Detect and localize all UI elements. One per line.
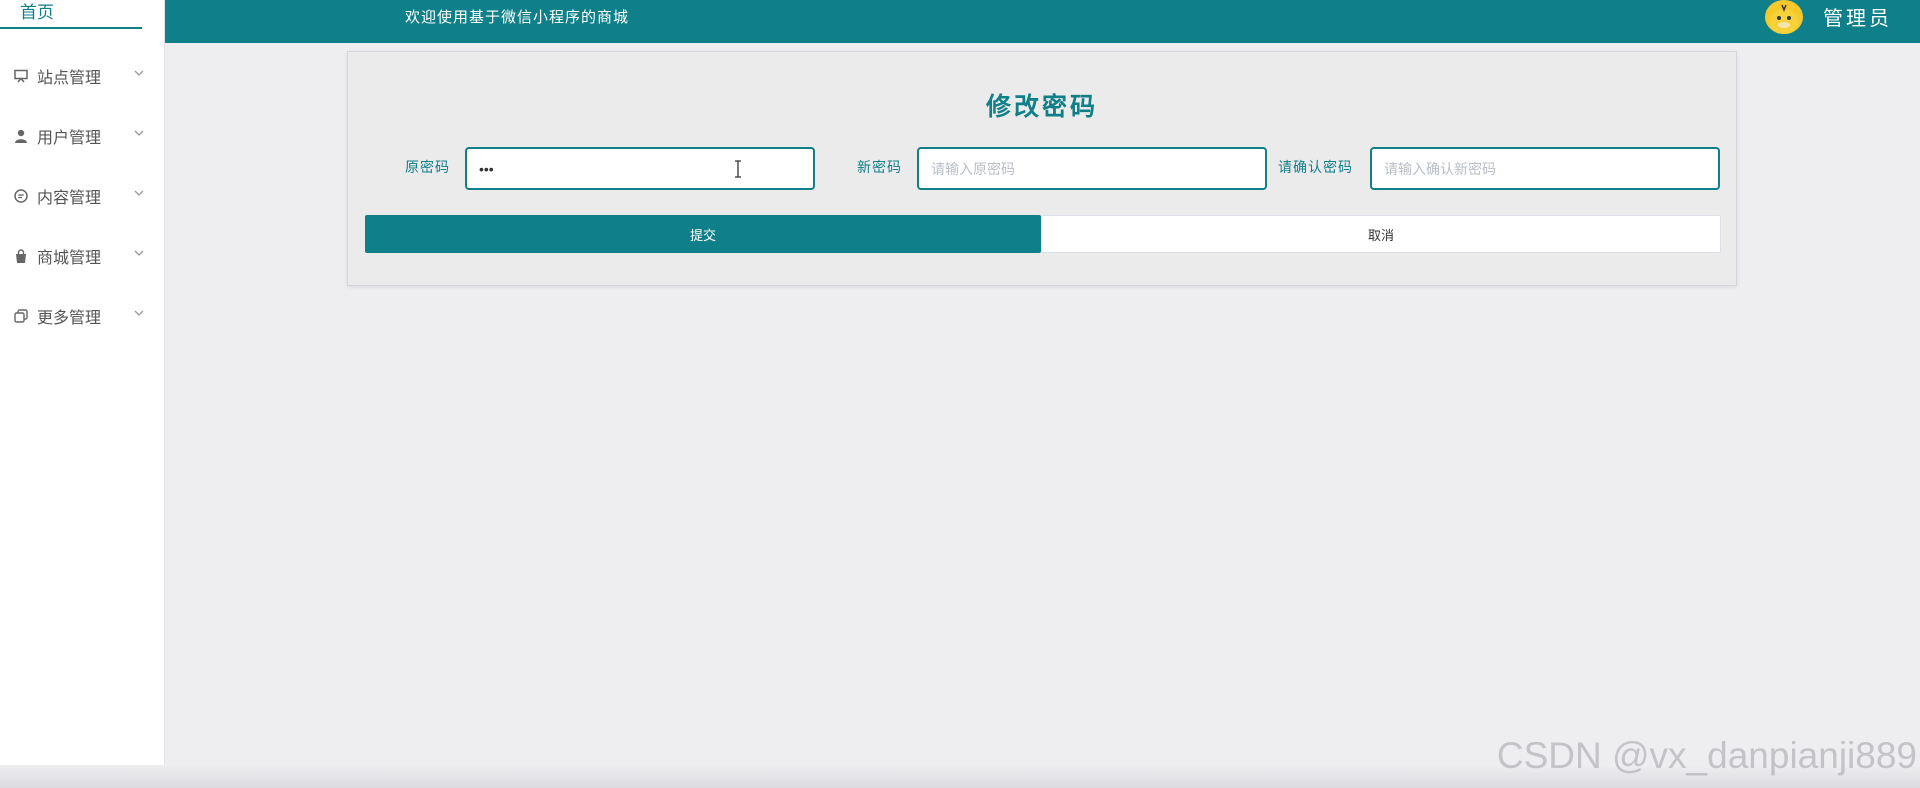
copy-icon — [13, 308, 29, 324]
new-password-input[interactable] — [917, 147, 1267, 190]
sidebar-item-users[interactable]: 用户管理 — [0, 106, 165, 166]
chevron-down-icon — [134, 250, 144, 256]
change-password-card: 修改密码 原密码 新密码 请确认密码 提交 取消 — [347, 51, 1737, 286]
top-header: 欢迎使用基于微信小程序的商城 管理员 — [165, 0, 1920, 43]
monitor-icon — [13, 68, 29, 84]
sidebar-home-link[interactable]: 首页 — [0, 0, 142, 29]
text-cursor-icon — [735, 160, 741, 178]
sidebar-item-label: 站点管理 — [37, 68, 102, 87]
sidebar-item-more[interactable]: 更多管理 — [0, 286, 165, 346]
sidebar-item-label: 用户管理 — [37, 128, 102, 147]
confirm-password-input[interactable] — [1370, 147, 1720, 190]
avatar[interactable] — [1765, 0, 1803, 34]
welcome-text: 欢迎使用基于微信小程序的商城 — [405, 8, 630, 26]
chevron-down-icon — [134, 130, 144, 136]
old-password-input[interactable] — [465, 147, 815, 190]
sidebar-menu: 站点管理 用户管理 内容管理 商城管理 更多管理 — [0, 46, 165, 346]
watermark: CSDN @vx_danpianji889 — [1496, 735, 1917, 776]
sidebar-item-label: 商城管理 — [37, 248, 102, 267]
sidebar: 首页 站点管理 用户管理 内容管理 商城管理 更多管理 — [0, 0, 165, 788]
confirm-password-label: 请确认密码 — [1278, 160, 1353, 176]
chat-icon — [13, 188, 29, 204]
sidebar-item-content[interactable]: 内容管理 — [0, 166, 165, 226]
user-name[interactable]: 管理员 — [1823, 2, 1892, 31]
shopping-bag-icon — [13, 248, 29, 264]
new-password-label: 新密码 — [857, 160, 902, 176]
chevron-down-icon — [134, 190, 144, 196]
cancel-button[interactable]: 取消 — [1041, 215, 1721, 253]
submit-button[interactable]: 提交 — [365, 215, 1041, 253]
sidebar-item-shop[interactable]: 商城管理 — [0, 226, 165, 286]
sidebar-item-label: 内容管理 — [37, 188, 102, 207]
page-title: 修改密码 — [985, 92, 1098, 121]
sidebar-item-label: 更多管理 — [37, 308, 102, 327]
sidebar-item-site[interactable]: 站点管理 — [0, 46, 165, 106]
user-icon — [13, 128, 29, 144]
chevron-down-icon — [134, 70, 144, 76]
chevron-down-icon — [134, 310, 144, 316]
old-password-label: 原密码 — [405, 160, 450, 176]
